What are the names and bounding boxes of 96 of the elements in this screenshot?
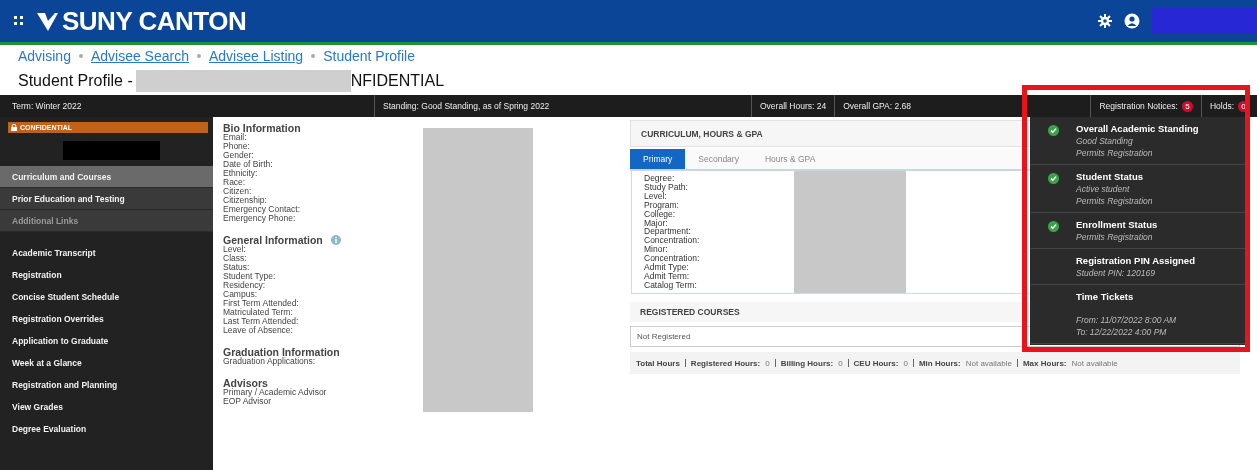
field-label: Ethnicity: <box>223 169 259 178</box>
field-label: Matriculated Term: <box>223 308 294 317</box>
sidebar-item[interactable]: Academic Transcript <box>0 242 213 264</box>
notice-detail: Good Standing <box>1076 135 1134 147</box>
field-label: Date of Birth: <box>223 160 274 169</box>
field-label: Study Path: <box>644 182 689 192</box>
count-badge: 5 <box>1181 100 1193 112</box>
lock-icon <box>11 124 17 131</box>
field-label: Emergency Phone: <box>223 214 297 223</box>
user-icon[interactable] <box>1124 13 1140 29</box>
totals-value: Not available <box>1071 358 1118 368</box>
field-label: Gender: <box>223 151 255 160</box>
info-text: Term: Winter 2022 <box>12 101 82 111</box>
notice-title: Overall Academic Standing <box>1076 123 1199 135</box>
field-label: Residency: <box>223 281 266 290</box>
sidebar-item[interactable]: Registration <box>0 264 213 286</box>
tab[interactable]: Secondary <box>685 149 752 169</box>
section-heading: Bio Information <box>223 121 301 134</box>
notice-detail: Permits Registration <box>1076 147 1154 159</box>
sidebar-item[interactable]: Application to Graduate <box>0 330 213 352</box>
field-label: Graduation Applications: <box>223 357 317 366</box>
notice-title: Registration PIN Assigned <box>1076 255 1195 267</box>
field-label: Degree: <box>644 174 675 183</box>
field-label: Concentration: <box>644 236 701 246</box>
field-label: Minor: <box>644 245 668 255</box>
field-label: Admit Term: <box>644 271 691 281</box>
field-label: Level: <box>223 245 247 254</box>
field-label: Status: <box>223 263 251 272</box>
info-text: Standing: Good Standing, as of Spring 2022 <box>383 101 550 111</box>
section-heading: Graduation Information <box>223 345 340 358</box>
info-text: Registration Notices: <box>1099 101 1178 111</box>
tab[interactable]: Primary <box>630 149 686 169</box>
breadcrumb-link[interactable]: Advisee Listing <box>209 48 304 64</box>
notice-title: Time Tickets <box>1076 291 1135 303</box>
sidebar-item[interactable]: Curriculum and Courses <box>0 166 213 188</box>
field-label: Citizenship: <box>223 196 268 205</box>
totals-label: Billing Hours: <box>780 358 834 368</box>
totals-value: 0 <box>765 358 770 368</box>
field-label: Campus: <box>223 290 257 299</box>
notice-detail: To: 12/22/2022 4:00 PM <box>1076 326 1168 338</box>
info-text: Overall Hours: 24 <box>760 101 827 111</box>
sidebar-item[interactable]: Concise Student Schedule <box>0 286 213 308</box>
page-title-fragment: NFIDENTIAL <box>350 72 445 90</box>
notice-title: Enrollment Status <box>1076 219 1158 231</box>
field-label: Last Term Attended: <box>223 317 300 326</box>
settings-icon[interactable] <box>1098 14 1112 28</box>
field-label: Level: <box>644 191 668 201</box>
section-heading: Advisors <box>223 376 268 389</box>
field-label: Emergency Contact: <box>223 205 301 214</box>
totals-label: CEU Hours: <box>853 358 899 368</box>
sidebar-item[interactable]: Registration Overrides <box>0 308 213 330</box>
field-label: First Term Attended: <box>223 299 300 308</box>
field-label: Phone: <box>223 142 251 151</box>
field-label: Admit Type: <box>644 263 690 272</box>
field-label: Citizen: <box>223 187 253 196</box>
page-title: Student Profile - <box>18 72 133 90</box>
breadcrumb-text: Advising <box>18 48 71 64</box>
totals-value: 0 <box>903 358 908 368</box>
field-label: Student Type: <box>223 272 277 281</box>
totals-label: Total Hours <box>636 358 680 368</box>
notice-detail: Active student <box>1076 183 1131 195</box>
section-heading: General Information <box>223 233 323 246</box>
info-text: Holds: <box>1209 101 1234 111</box>
field-label: College: <box>644 209 676 219</box>
logo-text: SUNY CANTON <box>62 5 247 37</box>
totals-value: Not available <box>965 358 1012 368</box>
notice-detail: Permits Registration <box>1076 231 1154 243</box>
breadcrumb-link[interactable]: Advisee Search <box>90 48 189 64</box>
info-text: Overall GPA: 2.68 <box>843 101 911 111</box>
field-label: Department: <box>644 227 691 237</box>
field-label: Class: <box>223 254 248 263</box>
field-label: Race: <box>223 178 246 187</box>
notice-title: Student Status <box>1076 171 1145 183</box>
notice-detail: Permits Registration <box>1076 195 1153 207</box>
totals-label: Min Hours: <box>918 358 961 368</box>
sidebar-item[interactable]: Registration and Planning <box>0 374 213 396</box>
notice-detail: Student PIN: 120169 <box>1076 267 1156 279</box>
sidebar-item[interactable]: Week at a Glance <box>0 352 213 374</box>
field-label: Leave of Absence: <box>223 326 294 335</box>
logo-mark-icon <box>36 10 58 32</box>
sidebar-item[interactable]: View Grades <box>0 396 213 418</box>
field-label: Email: <box>223 133 248 142</box>
totals-label: Registered Hours: <box>690 358 761 368</box>
totals-label: Max Hours: <box>1022 358 1067 368</box>
tab[interactable]: Hours & GPA <box>751 149 829 169</box>
field-label: Concentration: <box>644 254 701 264</box>
totals-value: 0 <box>838 358 843 368</box>
field-label: Major: <box>644 218 669 228</box>
field-label: EOP Advisor <box>223 397 273 406</box>
sidebar-item[interactable]: Degree Evaluation <box>0 418 213 440</box>
sidebar-item[interactable]: Prior Education and Testing <box>0 188 213 210</box>
menu-icon[interactable] <box>14 16 24 26</box>
breadcrumb-text: Student Profile <box>323 48 415 64</box>
field-label: Program: <box>644 200 680 210</box>
field-label: Primary / Academic Advisor <box>223 388 328 397</box>
field-label: Catalog Term: <box>644 280 698 290</box>
